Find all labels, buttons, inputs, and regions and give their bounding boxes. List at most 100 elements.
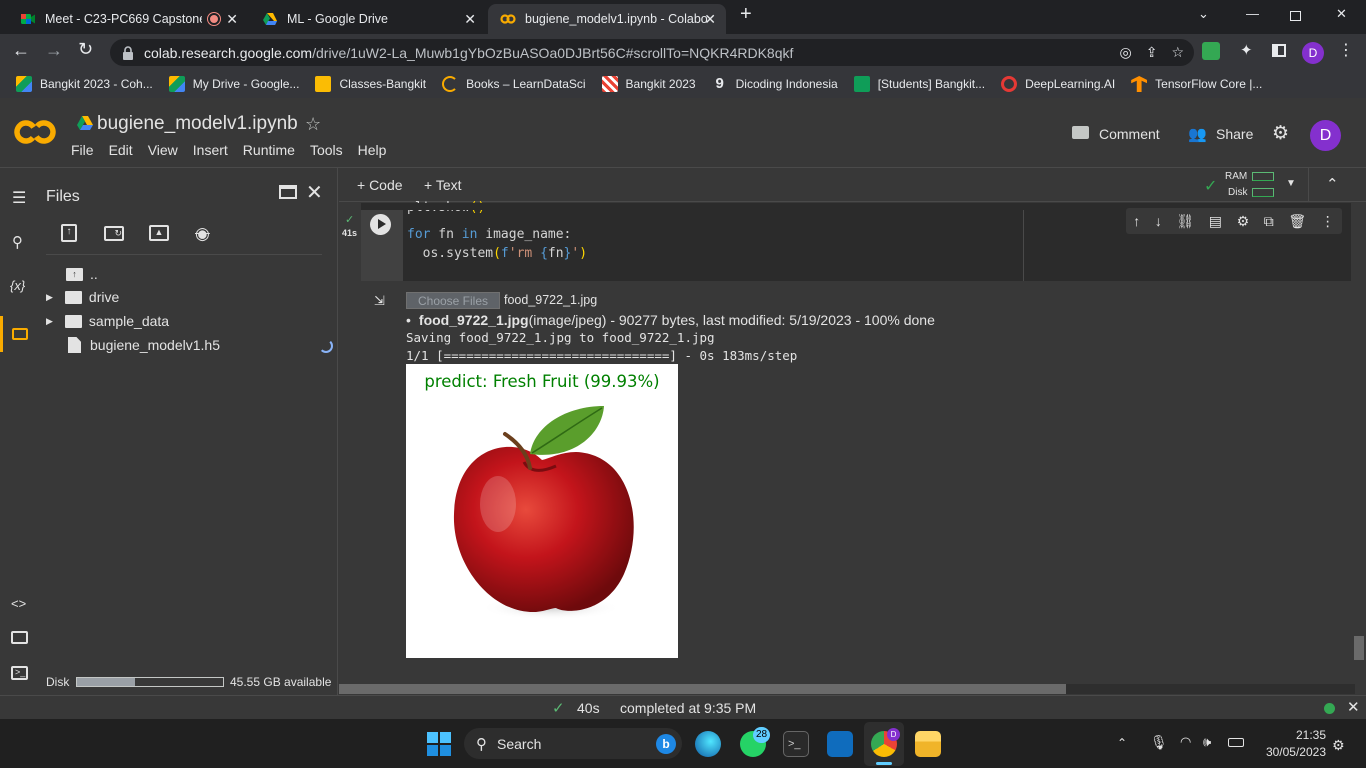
menu-help[interactable]: Help xyxy=(358,142,387,158)
bookmark-item[interactable]: Bangkit 2023 - Coh... xyxy=(16,76,153,92)
bookmark-item[interactable]: TensorFlow Core |... xyxy=(1131,76,1262,92)
mail-icon[interactable] xyxy=(827,731,853,757)
tray-overflow-icon[interactable]: ⌃ xyxy=(1117,736,1127,750)
translate-icon[interactable] xyxy=(1202,42,1220,60)
move-down-icon[interactable]: ↓ xyxy=(1155,213,1162,229)
menu-tools[interactable]: Tools xyxy=(310,142,343,158)
window-close-icon[interactable]: ✕ xyxy=(1336,6,1347,22)
add-code-button[interactable]: + Code xyxy=(357,177,403,193)
search-icon[interactable]: ⚲ xyxy=(12,233,23,251)
comment-button[interactable]: Comment xyxy=(1099,126,1160,142)
close-tab-icon[interactable]: ✕ xyxy=(226,11,238,28)
variables-icon[interactable]: {x} xyxy=(10,278,25,293)
share-button[interactable]: Share xyxy=(1216,126,1253,142)
menu-insert[interactable]: Insert xyxy=(193,142,228,158)
tab-meet[interactable]: Meet - C23-PC669 Capstone ✕ xyxy=(8,4,248,34)
hide-files-icon[interactable]: ◉ xyxy=(195,224,210,244)
delete-icon[interactable]: 🗑 xyxy=(1288,213,1306,230)
move-up-icon[interactable]: ↑ xyxy=(1133,213,1140,229)
comment-icon[interactable]: ▤ xyxy=(1209,213,1222,230)
colab-logo-icon[interactable] xyxy=(14,119,56,145)
menu-view[interactable]: View xyxy=(148,142,178,158)
edge-icon[interactable] xyxy=(695,731,721,757)
settings-gear-icon[interactable]: ⚙ xyxy=(1272,122,1289,145)
link-icon[interactable]: ⛓ xyxy=(1176,213,1194,230)
tab-drive[interactable]: ML - Google Drive ✕ xyxy=(250,4,486,34)
ram-meter[interactable] xyxy=(1252,172,1274,181)
file-explorer-icon[interactable] xyxy=(915,731,941,757)
reload-icon[interactable]: ↻ xyxy=(78,39,93,60)
profile-avatar[interactable]: D xyxy=(1302,42,1324,64)
tree-item-parent[interactable]: ↑.. xyxy=(66,266,98,282)
tree-item-model-file[interactable]: bugiene_modelv1.h5 xyxy=(68,337,220,353)
expand-arrow-icon[interactable]: ▶ xyxy=(46,316,53,327)
forward-icon[interactable]: → xyxy=(45,40,63,61)
star-icon[interactable]: ☆ xyxy=(305,114,321,135)
maximize-panel-icon[interactable] xyxy=(279,185,297,199)
settings-gear-icon[interactable]: ⚙ xyxy=(1237,213,1250,230)
runtime-dropdown-icon[interactable]: ▼ xyxy=(1286,178,1296,189)
new-tab-icon[interactable]: + xyxy=(740,3,752,26)
extensions-icon[interactable]: ✦ xyxy=(1240,41,1253,59)
bookmark-item[interactable]: DeepLearning.AI xyxy=(1001,76,1115,92)
tab-colab[interactable]: bugiene_modelv1.ipynb - Colabo ✕ xyxy=(488,4,726,34)
menu-runtime[interactable]: Runtime xyxy=(243,142,295,158)
minimize-icon[interactable]: — xyxy=(1246,6,1259,21)
bookmark-item[interactable]: My Drive - Google... xyxy=(168,76,299,92)
expand-arrow-icon[interactable]: ▶ xyxy=(46,292,53,303)
command-palette-icon[interactable] xyxy=(11,631,28,644)
disk-meter[interactable] xyxy=(1252,188,1274,197)
bookmark-item[interactable]: 9 Dicoding Indonesia xyxy=(712,76,837,92)
notebook-title[interactable]: bugiene_modelv1.ipynb xyxy=(97,113,298,135)
battery-icon[interactable] xyxy=(1228,738,1244,747)
mount-drive-icon[interactable]: ▲ xyxy=(149,225,169,241)
tab-search-icon[interactable]: ⌄ xyxy=(1198,6,1209,22)
tree-item-sample-data[interactable]: ▶ sample_data xyxy=(46,313,169,329)
microphone-icon[interactable]: 🎙 xyxy=(1150,734,1168,751)
upload-file-icon[interactable]: ↑ xyxy=(61,224,77,242)
choose-files-button[interactable]: Choose Files xyxy=(406,292,500,309)
share-page-icon[interactable]: ⇪ xyxy=(1146,44,1158,61)
menu-file[interactable]: File xyxy=(71,142,94,158)
horizontal-scrollbar[interactable] xyxy=(339,684,1355,694)
more-icon[interactable]: ⋮ xyxy=(1321,213,1335,230)
notification-icon[interactable]: ⚙ xyxy=(1332,737,1345,754)
close-tab-icon[interactable]: ✕ xyxy=(704,11,716,28)
side-panel-icon[interactable] xyxy=(1272,44,1286,57)
folder-icon[interactable] xyxy=(12,328,28,340)
close-panel-icon[interactable]: ✕ xyxy=(306,180,323,205)
restore-icon[interactable] xyxy=(1290,11,1301,21)
google-drive-icon[interactable] xyxy=(77,116,93,130)
close-tab-icon[interactable]: ✕ xyxy=(464,11,476,28)
terminal-icon[interactable]: >_ xyxy=(11,666,28,680)
horizontal-scrollbar-thumb[interactable] xyxy=(339,684,1066,694)
bookmark-item[interactable]: [Students] Bangkit... xyxy=(853,76,985,92)
output-options-icon[interactable]: ⇲ xyxy=(374,293,385,309)
close-status-icon[interactable]: ✕ xyxy=(1347,698,1360,716)
wifi-icon[interactable]: ◠ xyxy=(1180,734,1191,750)
add-text-button[interactable]: + Text xyxy=(424,177,462,193)
code-snippets-icon[interactable]: <> xyxy=(11,596,26,611)
tree-item-drive[interactable]: ▶ drive xyxy=(46,289,119,305)
volume-icon[interactable]: 🕪 xyxy=(1203,734,1211,750)
taskbar-search-box[interactable]: ⚲ Search b xyxy=(464,728,682,759)
hide-eye-icon[interactable]: ◎ xyxy=(1119,44,1131,61)
run-cell-button[interactable] xyxy=(370,214,391,235)
address-bar[interactable]: colab.research.google.com /drive/1uW2-La… xyxy=(110,39,1194,66)
back-icon[interactable]: ← xyxy=(12,40,30,61)
table-of-contents-icon[interactable]: ☰ xyxy=(12,188,26,208)
refresh-folder-icon[interactable]: ↻ xyxy=(104,226,124,241)
mirror-cell-icon[interactable]: ⧉ xyxy=(1264,213,1274,230)
account-avatar[interactable]: D xyxy=(1310,120,1341,151)
menu-edit[interactable]: Edit xyxy=(109,142,133,158)
bookmark-item[interactable]: Bangkit 2023 xyxy=(601,76,696,92)
bookmark-item[interactable]: Classes-Bangkit xyxy=(315,76,426,92)
bookmark-item[interactable]: Books – LearnDataSci xyxy=(442,76,586,92)
browser-menu-icon[interactable]: ⋮ xyxy=(1338,40,1354,60)
windows-start-icon[interactable] xyxy=(427,732,451,756)
vertical-scrollbar-thumb[interactable] xyxy=(1354,636,1364,660)
bookmark-star-icon[interactable]: ☆ xyxy=(1171,44,1184,61)
clock-time[interactable]: 21:35 xyxy=(1288,728,1326,742)
collapse-header-icon[interactable]: ⌃ xyxy=(1326,175,1339,193)
terminal-app-icon[interactable]: >_ xyxy=(783,731,809,757)
